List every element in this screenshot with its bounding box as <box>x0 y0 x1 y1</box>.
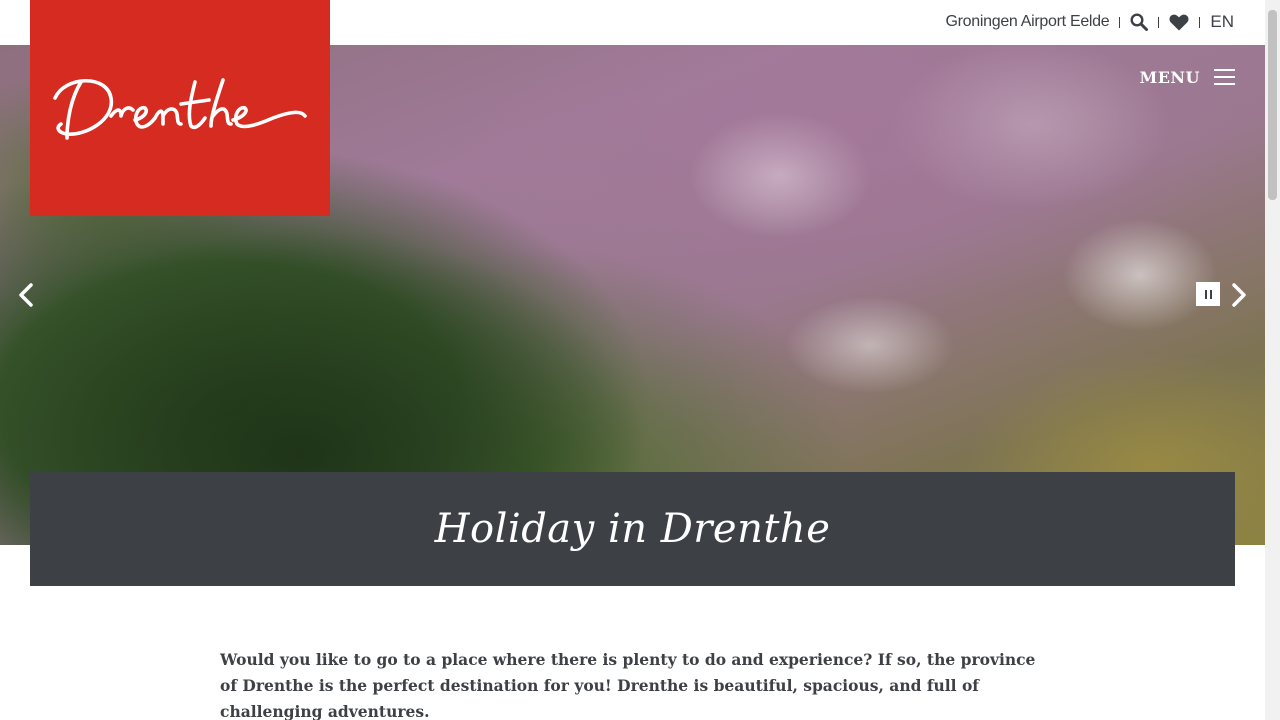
page-scrollbar[interactable] <box>1265 0 1280 720</box>
hamburger-icon <box>1214 69 1235 86</box>
intro-text: Would you like to go to a place where th… <box>220 650 1036 720</box>
pause-icon[interactable] <box>1196 282 1220 306</box>
chevron-right-icon[interactable] <box>1227 281 1251 309</box>
airport-link[interactable]: Groningen Airport Eelde <box>946 13 1110 31</box>
title-band: Holiday in Drenthe <box>30 472 1235 586</box>
chevron-left-icon[interactable] <box>14 281 38 309</box>
drenthe-logo[interactable] <box>30 0 330 216</box>
search-icon[interactable] <box>1130 13 1149 31</box>
divider <box>1199 16 1201 28</box>
divider <box>1119 16 1121 28</box>
divider <box>1158 16 1160 28</box>
language-switch[interactable]: EN <box>1210 12 1234 32</box>
menu-label: MENU <box>1139 68 1200 87</box>
utility-links: Groningen Airport Eelde EN <box>946 11 1234 33</box>
drenthe-signature-logo <box>53 78 307 140</box>
page-title: Holiday in Drenthe <box>434 506 831 552</box>
heart-icon[interactable] <box>1169 14 1189 31</box>
scrollbar-thumb[interactable] <box>1268 10 1277 200</box>
menu-button[interactable]: MENU <box>1140 68 1235 87</box>
